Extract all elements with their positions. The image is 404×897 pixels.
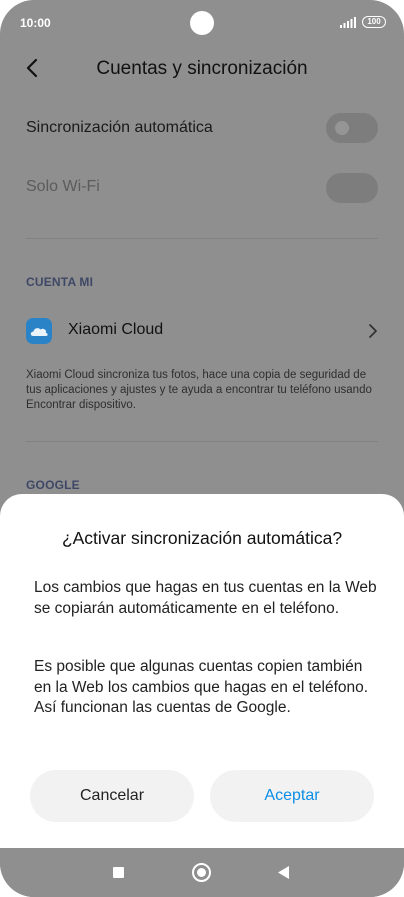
accept-button[interactable]: Aceptar <box>210 770 374 822</box>
auto-sync-row[interactable]: Sincronización automática <box>26 113 378 143</box>
front-camera <box>190 11 214 35</box>
home-icon-dot <box>197 868 206 877</box>
phone-screen: 10:00 100 Cuentas y sincronización Sincr… <box>0 0 404 897</box>
divider <box>26 441 378 442</box>
auto-sync-toggle[interactable] <box>326 113 378 143</box>
chevron-right-icon <box>369 324 377 338</box>
nav-back-icon[interactable] <box>278 866 290 879</box>
xiaomi-cloud-description: Xiaomi Cloud sincroniza tus fotos, hace … <box>26 369 372 411</box>
navigation-bar <box>0 848 404 897</box>
status-bar: 10:00 100 <box>0 0 404 46</box>
divider <box>26 238 378 239</box>
xiaomi-cloud-icon <box>26 318 52 344</box>
page-title: Cuentas y sincronización <box>96 58 308 79</box>
section-header-google: GOOGLE <box>26 478 80 492</box>
xiaomi-cloud-label: Xiaomi Cloud <box>68 321 164 338</box>
dialog-paragraph-2: Es posible que algunas cuentas copien ta… <box>34 658 369 716</box>
auto-sync-label: Sincronización automática <box>26 119 213 136</box>
dialog-title: ¿Activar sincronización automática? <box>61 528 343 548</box>
section-header-mi-account: CUENTA MI <box>26 275 94 289</box>
wifi-only-label: Solo Wi-Fi <box>26 178 100 195</box>
battery-icon: 100 <box>362 16 386 28</box>
home-icon[interactable] <box>192 863 211 882</box>
toggle-knob <box>335 121 349 135</box>
cancel-button[interactable]: Cancelar <box>30 770 194 822</box>
wifi-only-row[interactable]: Solo Wi-Fi <box>26 173 378 203</box>
recent-apps-icon[interactable] <box>113 867 124 878</box>
dialog-paragraph-1: Los cambios que hagas en tus cuentas en … <box>34 579 377 617</box>
header: Cuentas y sincronización <box>0 46 404 92</box>
status-time: 10:00 <box>20 16 51 30</box>
signal-icon <box>340 17 356 28</box>
xiaomi-cloud-item[interactable]: Xiaomi Cloud <box>26 316 378 346</box>
auto-sync-dialog: ¿Activar sincronización automática? Los … <box>0 494 404 848</box>
wifi-only-toggle[interactable] <box>326 173 378 203</box>
